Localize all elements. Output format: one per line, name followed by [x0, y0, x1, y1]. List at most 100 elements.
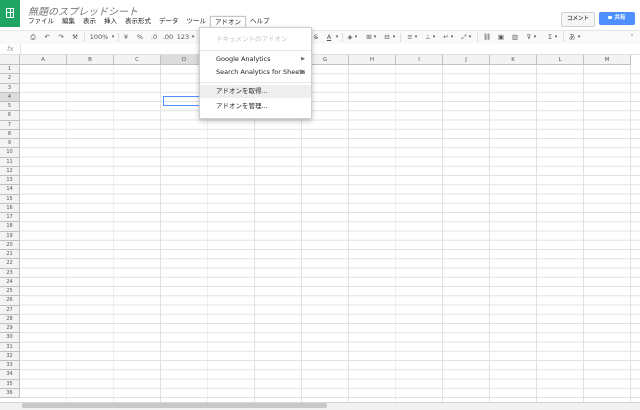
menu-insert[interactable]: 挿入 — [100, 16, 121, 28]
cell-grid[interactable] — [20, 65, 640, 402]
menu-format[interactable]: 表示形式 — [121, 16, 155, 28]
row-header-35[interactable]: 35 — [0, 379, 20, 389]
print-icon[interactable]: ⎙ — [28, 32, 38, 43]
row-header-27[interactable]: 27 — [0, 305, 20, 315]
menu-data[interactable]: データ — [155, 16, 183, 28]
row-header-32[interactable]: 32 — [0, 351, 20, 361]
comment-button[interactable]: コメント — [561, 12, 595, 27]
google-analytics-label: Google Analytics — [216, 55, 271, 63]
column-header-j[interactable]: J — [443, 55, 490, 65]
collapse-menu-icon[interactable]: ⌃ — [628, 32, 636, 43]
row-header-22[interactable]: 22 — [0, 259, 20, 269]
search-analytics-label: Search Analytics for Sheets — [216, 68, 306, 76]
insert-comment-icon[interactable]: ▣ — [496, 32, 506, 43]
submenu-arrow-icon: ▶ — [301, 69, 305, 75]
zoom-select[interactable]: 100% — [88, 32, 110, 43]
percent-format-button[interactable]: % — [135, 32, 145, 43]
undo-icon[interactable]: ↶ — [42, 32, 52, 43]
row-header-19[interactable]: 19 — [0, 231, 20, 241]
chevron-down-icon[interactable]: ▾ — [110, 32, 116, 43]
menu-file[interactable]: ファイル — [24, 16, 58, 28]
share-label: 共有 — [614, 15, 626, 21]
chevron-down-icon[interactable]: ▾ — [467, 32, 473, 43]
column-header-b[interactable]: B — [67, 55, 114, 65]
row-header-36[interactable]: 36 — [0, 388, 20, 398]
get-addons-item[interactable]: アドオンを取得... — [200, 85, 311, 98]
row-headers: 1 2 3 4 5 6 7 8 9 10 11 12 13 14 15 16 17 18 19 20 21 22 23 24 2… — [0, 65, 20, 398]
row-header-33[interactable]: 33 — [0, 361, 20, 371]
chevron-down-icon[interactable]: ▾ — [190, 32, 196, 43]
chevron-down-icon[interactable]: ▾ — [334, 32, 340, 43]
chevron-down-icon[interactable]: ▾ — [576, 32, 582, 43]
row-header-8[interactable]: 8 — [0, 129, 20, 139]
row-header-13[interactable]: 13 — [0, 176, 20, 186]
menu-view[interactable]: 表示 — [79, 16, 100, 28]
currency-format-button[interactable]: ¥ — [121, 32, 131, 43]
insert-link-icon[interactable]: ⛓ — [482, 32, 492, 43]
column-header-a[interactable]: A — [20, 55, 67, 65]
increase-decimal-button[interactable]: .00 — [161, 32, 175, 43]
text-color-button[interactable]: A — [324, 32, 334, 43]
decrease-decimal-button[interactable]: .0 — [148, 32, 160, 43]
row-header-15[interactable]: 15 — [0, 194, 20, 204]
row-header-29[interactable]: 29 — [0, 324, 20, 334]
row-header-5[interactable]: 5 — [0, 102, 20, 112]
chevron-down-icon[interactable]: ▾ — [391, 32, 397, 43]
column-header-c[interactable]: C — [114, 55, 161, 65]
row-header-17[interactable]: 17 — [0, 213, 20, 223]
row-header-18[interactable]: 18 — [0, 222, 20, 232]
column-header-l[interactable]: L — [537, 55, 584, 65]
row-header-14[interactable]: 14 — [0, 185, 20, 195]
chevron-down-icon[interactable]: ▾ — [449, 32, 455, 43]
row-header-24[interactable]: 24 — [0, 277, 20, 287]
chevron-down-icon[interactable]: ▾ — [553, 32, 559, 43]
chevron-down-icon[interactable]: ▾ — [532, 32, 538, 43]
document-addons-item: ドキュメントのアドオン — [216, 35, 288, 43]
strikethrough-icon[interactable]: S̶ — [311, 32, 321, 43]
row-header-28[interactable]: 28 — [0, 314, 20, 324]
more-formats-button[interactable]: 123 — [176, 32, 190, 43]
manage-addons-item[interactable]: アドオンを管理... — [200, 100, 311, 113]
row-header-12[interactable]: 12 — [0, 166, 20, 176]
column-header-h[interactable]: H — [349, 55, 396, 65]
paint-format-icon[interactable]: ⚒ — [70, 32, 80, 43]
row-header-31[interactable]: 31 — [0, 342, 20, 352]
menu-edit[interactable]: 編集 — [58, 16, 79, 28]
row-header-1[interactable]: 1 — [0, 65, 20, 75]
row-header-3[interactable]: 3 — [0, 83, 20, 93]
row-header-23[interactable]: 23 — [0, 268, 20, 278]
insert-chart-icon[interactable]: ▥ — [510, 32, 520, 43]
search-analytics-item[interactable]: Search Analytics for Sheets ▶ — [200, 66, 311, 79]
row-header-11[interactable]: 11 — [0, 157, 20, 167]
sheets-grid-icon — [6, 8, 14, 18]
google-analytics-item[interactable]: Google Analytics ▶ — [200, 53, 311, 66]
chevron-down-icon[interactable]: ▾ — [413, 32, 419, 43]
column-header-m[interactable]: M — [584, 55, 631, 65]
row-header-20[interactable]: 20 — [0, 240, 20, 250]
row-header-30[interactable]: 30 — [0, 333, 20, 343]
row-header-26[interactable]: 26 — [0, 296, 20, 306]
column-header-k[interactable]: K — [490, 55, 537, 65]
chevron-down-icon[interactable]: ▾ — [431, 32, 437, 43]
row-header-25[interactable]: 25 — [0, 287, 20, 297]
submenu-arrow-icon: ▶ — [301, 56, 305, 62]
row-header-10[interactable]: 10 — [0, 148, 20, 158]
row-header-4[interactable]: 4 — [0, 92, 20, 102]
row-header-9[interactable]: 9 — [0, 139, 20, 149]
formula-input[interactable] — [20, 44, 640, 54]
row-header-16[interactable]: 16 — [0, 203, 20, 213]
row-header-34[interactable]: 34 — [0, 370, 20, 380]
chevron-down-icon[interactable]: ▾ — [372, 32, 378, 43]
horizontal-scrollbar-thumb[interactable] — [22, 403, 327, 408]
redo-icon[interactable]: ↷ — [56, 32, 66, 43]
row-header-21[interactable]: 21 — [0, 250, 20, 260]
fx-icon: fx — [7, 45, 14, 53]
select-all-corner[interactable] — [0, 55, 20, 65]
share-button[interactable]: 共有 — [599, 12, 635, 25]
sheets-logo[interactable] — [0, 0, 20, 27]
row-header-2[interactable]: 2 — [0, 74, 20, 84]
row-header-6[interactable]: 6 — [0, 111, 20, 121]
row-header-7[interactable]: 7 — [0, 120, 20, 130]
chevron-down-icon[interactable]: ▾ — [353, 32, 359, 43]
column-header-i[interactable]: I — [396, 55, 443, 65]
